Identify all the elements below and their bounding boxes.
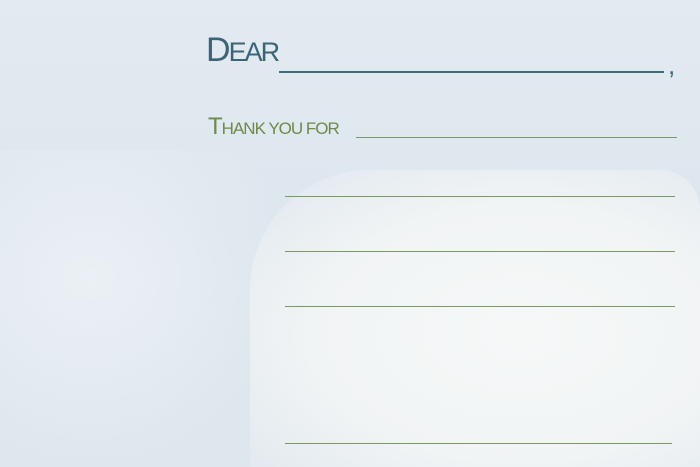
greeting-initial: D xyxy=(206,31,231,69)
background-highlight xyxy=(250,170,700,467)
thank-you-label: THANK YOU FOR xyxy=(208,113,340,143)
thanks-line-2[interactable] xyxy=(285,196,675,197)
thanks-line-3[interactable] xyxy=(285,251,675,252)
thanks-line-4[interactable] xyxy=(285,306,675,307)
signature-line[interactable] xyxy=(285,443,672,444)
greeting-comma: , xyxy=(668,50,676,80)
thanks-initial: T xyxy=(208,113,223,140)
greeting-rest: EAR xyxy=(228,37,281,67)
thanks-line-1[interactable] xyxy=(356,137,677,138)
greeting-label: DEAR xyxy=(206,30,281,72)
thanks-rest: HANK YOU FOR xyxy=(221,119,340,138)
recipient-name-line[interactable] xyxy=(279,71,664,73)
